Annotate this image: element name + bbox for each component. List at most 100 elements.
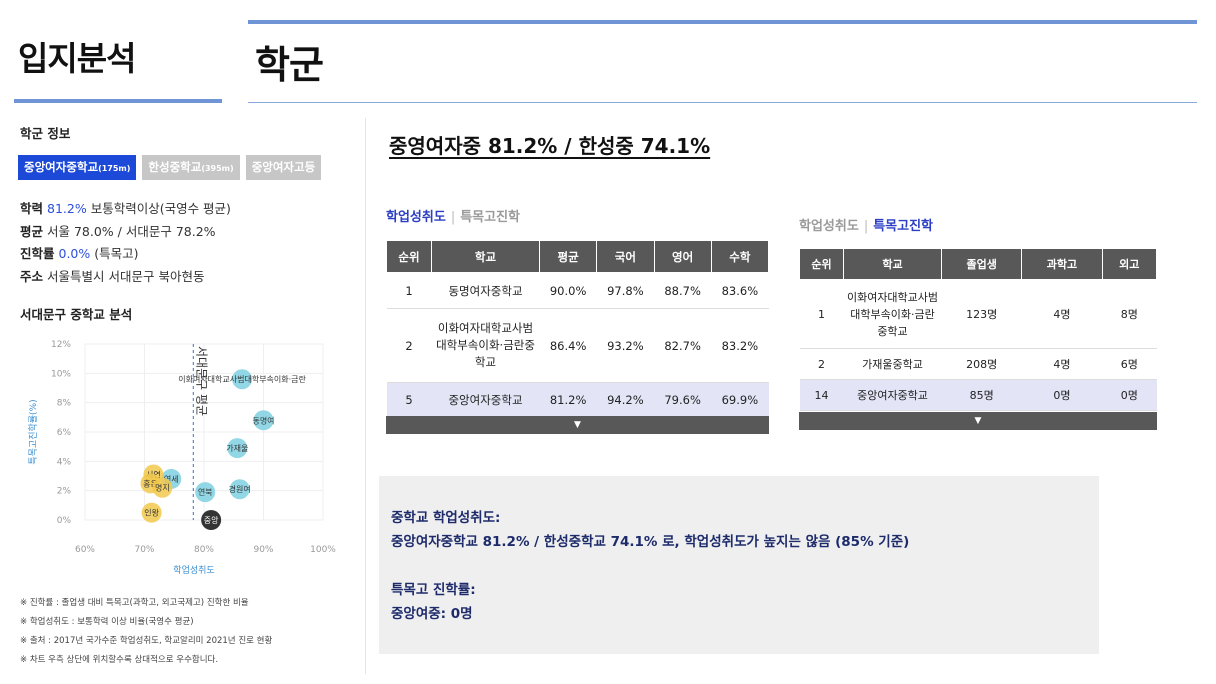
info-address: 주소 서울특별시 서대문구 북아현동 (20, 268, 205, 284)
y-tick-label: 8% (57, 399, 72, 409)
header-top-rule (248, 20, 1197, 24)
data-point-label: 명지 (155, 483, 170, 493)
note-line: ※ 출처 : 2017년 국가수준 학업성취도, 학교알리미 2021년 진로 … (20, 636, 273, 646)
data-point-label: 이화여자대학교사범대학부속이화·금란 (178, 374, 306, 384)
subtab-special-high[interactable]: 특목고진학 (873, 219, 933, 234)
school-info-lines: 학력 81.2% 보통학력이상(국영수 평균) 평균 서울 78.0% / 서대… (20, 198, 231, 288)
col-header: 졸업생 (940, 248, 1023, 280)
cell: 83.6% (711, 272, 769, 309)
scatter-chart: 0% 2% 4% 6% 8% 10% 12% 60% 70% 80% 90% 100% 학업성취도 특목고… (20, 330, 340, 585)
cell: 90.0% (539, 272, 597, 309)
cell-school: 가재울중학교 (843, 348, 942, 380)
section-title-underline (14, 99, 222, 103)
cell: 86.4% (539, 308, 597, 383)
tab-school-1[interactable]: 중앙여자중학교(175m) (18, 155, 137, 180)
cell: 88.7% (654, 272, 712, 309)
col-header: 수학 (710, 240, 770, 273)
cell-school: 중앙여자중학교 (431, 382, 540, 417)
school-tabs: 중앙여자중학교(175m) 한성중학교(395m) 중앙여자고등 (18, 155, 344, 180)
col-header: 외고 (1101, 248, 1158, 280)
x-tick-label: 70% (134, 545, 154, 555)
cell: 2 (799, 348, 844, 380)
cell: 4명 (1021, 279, 1103, 349)
tab-school-2[interactable]: 한성중학교(395m) (142, 155, 240, 180)
x-tick-label: 100% (310, 545, 336, 555)
cell: 1 (799, 279, 844, 349)
summary-line: 중학교 학업성취도: (391, 510, 501, 526)
data-point-label: 연북 (198, 488, 213, 497)
cell: 0명 (1021, 379, 1103, 411)
table-row: 2 가재울중학교 208명 4명 6명 (799, 348, 1157, 380)
cell: 93.2% (596, 308, 654, 383)
table-row: 2 이화여자대학교사범대학부속이화·금란중학교 86.4% 93.2% 82.7… (386, 308, 769, 383)
data-point-label: 동명여 (252, 415, 274, 425)
table-row: 1 이화여자대학교사범대학부속이화·금란중학교 123명 4명 8명 (799, 279, 1157, 349)
subtab-special-high[interactable]: 특목고진학 (460, 210, 520, 225)
y-tick-label: 12% (51, 340, 71, 350)
col-header: 영어 (653, 240, 712, 273)
subtab-achievement[interactable]: 학업성취도 (386, 210, 446, 225)
cell: 4명 (1021, 348, 1103, 380)
comparison-headline: 중영여자중 81.2% / 한성중 74.1% (389, 134, 711, 158)
cell: 94.2% (596, 382, 654, 417)
cell-school: 이화여자대학교사범대학부속이화·금란중학교 (843, 279, 942, 349)
chevron-down-icon: ▼ (574, 420, 581, 430)
special-high-table: 순위 학교 졸업생 과학고 외고 1 이화여자대학교사범대학부속이화·금란중학교… (799, 248, 1158, 411)
note-line: ※ 진학률 : 졸업생 대비 특목고(과학고, 외고국제고) 진학한 비율 (20, 598, 249, 608)
cell: 81.2% (539, 382, 597, 417)
data-point-label: 가재울 (226, 444, 248, 453)
tab-school-3[interactable]: 중앙여자고등 (245, 155, 322, 180)
col-header: 순위 (799, 248, 844, 280)
info-average: 평균 서울 78.0% / 서대문구 78.2% (20, 223, 216, 239)
col-header: 학교 (843, 248, 942, 280)
achievement-subtabs: 학업성취도 | 특목고진학 (386, 210, 521, 225)
cell: 5 (386, 382, 432, 417)
info-academic: 학력 81.2% 보통학력이상(국영수 평균) (20, 201, 231, 216)
cell: 82.7% (654, 308, 712, 383)
cell: 208명 (941, 348, 1022, 380)
expand-table-button[interactable]: ▼ (799, 412, 1157, 430)
summary-line: 특목고 진학률: (391, 582, 476, 598)
subtab-achievement[interactable]: 학업성취도 (799, 219, 859, 234)
chevron-down-icon: ▼ (974, 416, 982, 426)
special-high-subtabs: 학업성취도 | 특목고진학 (799, 219, 934, 234)
data-point-label: 인왕 (144, 508, 159, 518)
scatter-chart-svg: 0% 2% 4% 6% 8% 10% 12% 60% 70% 80% 90% 100% 학업성취도 특목고… (28, 340, 336, 576)
school-info-heading: 학군 정보 (20, 126, 71, 141)
cell: 14 (799, 379, 844, 411)
cell-school: 중앙여자중학교 (843, 379, 942, 411)
page-title: 학군 (255, 43, 324, 87)
x-axis-label: 학업성취도 (173, 565, 214, 576)
cell: 97.8% (596, 272, 654, 309)
cell-school: 이화여자대학교사범대학부속이화·금란중학교 (431, 308, 540, 383)
data-point-label: 경원여 (229, 484, 251, 494)
col-header: 과학고 (1021, 248, 1103, 280)
y-tick-label: 2% (57, 487, 72, 497)
note-line: ※ 차트 우측 상단에 위치할수록 상대적으로 우수합니다. (20, 655, 219, 665)
x-tick-label: 90% (253, 545, 273, 555)
achievement-table: 순위 학교 평균 국어 영어 수학 1 동명여자중학교 90.0% 97.8% … (386, 240, 770, 417)
chart-notes: ※ 진학률 : 졸업생 대비 특목고(과학고, 외고국제고) 진학한 비율 ※ … (20, 594, 272, 670)
table-row-highlighted: 14 중앙여자중학교 85명 0명 0명 (799, 379, 1157, 411)
y-tick-label: 0% (57, 516, 72, 526)
cell: 1 (386, 272, 432, 309)
summary-line: 중앙여중: 0명 (391, 606, 473, 622)
col-header: 학교 (431, 240, 540, 273)
expand-table-button[interactable]: ▼ (386, 416, 769, 434)
district-analysis-heading: 서대문구 중학교 분석 (20, 307, 133, 322)
section-title-location-analysis: 입지분석 (18, 39, 136, 78)
y-axis-label: 특목고진학률(%) (28, 399, 39, 464)
cell: 79.6% (654, 382, 712, 417)
cell: 2 (386, 308, 432, 383)
col-header: 평균 (538, 240, 598, 273)
y-tick-label: 10% (51, 369, 71, 379)
info-advancement: 진학률 0.0% (특목고) (20, 246, 139, 261)
summary-box: 중학교 학업성취도: 중앙여자중학교 81.2% / 한성중학교 74.1% 로… (379, 476, 1099, 654)
cell: 85명 (941, 379, 1022, 411)
cell: 83.2% (711, 308, 769, 383)
col-header: 순위 (386, 240, 432, 273)
cell: 0명 (1102, 379, 1157, 411)
cell: 6명 (1102, 348, 1157, 380)
summary-line: 중앙여자중학교 81.2% / 한성중학교 74.1% 로, 학업성취도가 높지… (391, 534, 910, 550)
y-tick-label: 4% (57, 457, 72, 467)
